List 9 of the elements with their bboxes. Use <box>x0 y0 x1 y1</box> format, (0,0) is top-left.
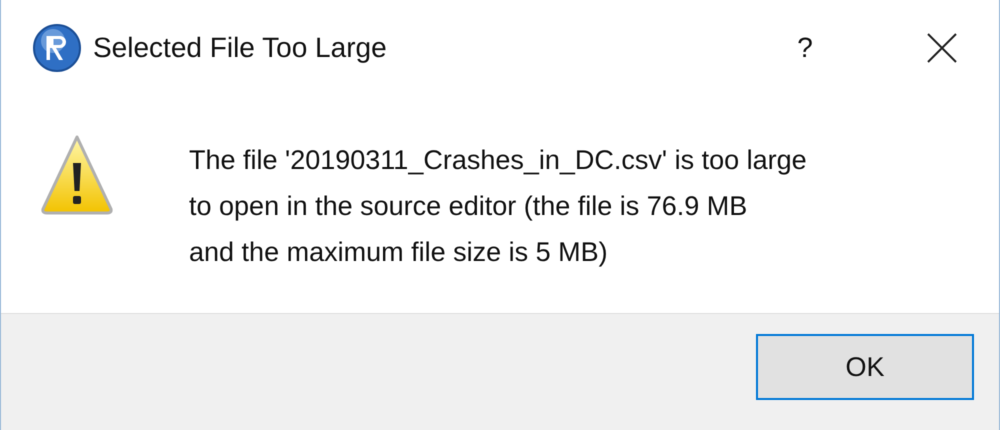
window-title: Selected File Too Large <box>93 30 387 65</box>
ok-button[interactable]: OK <box>756 334 974 400</box>
close-icon[interactable] <box>925 30 959 64</box>
help-button[interactable]: ? <box>785 26 825 68</box>
message-text: The file '20190311_Crashes_in_DC.csv' is too large <box>189 144 807 177</box>
message-text: to open in the source editor (the file is 76.9 MB <box>189 190 748 223</box>
r-logo-icon <box>33 24 81 72</box>
warning-icon <box>41 133 113 217</box>
message-text: and the maximum file size is 5 MB) <box>189 236 609 269</box>
